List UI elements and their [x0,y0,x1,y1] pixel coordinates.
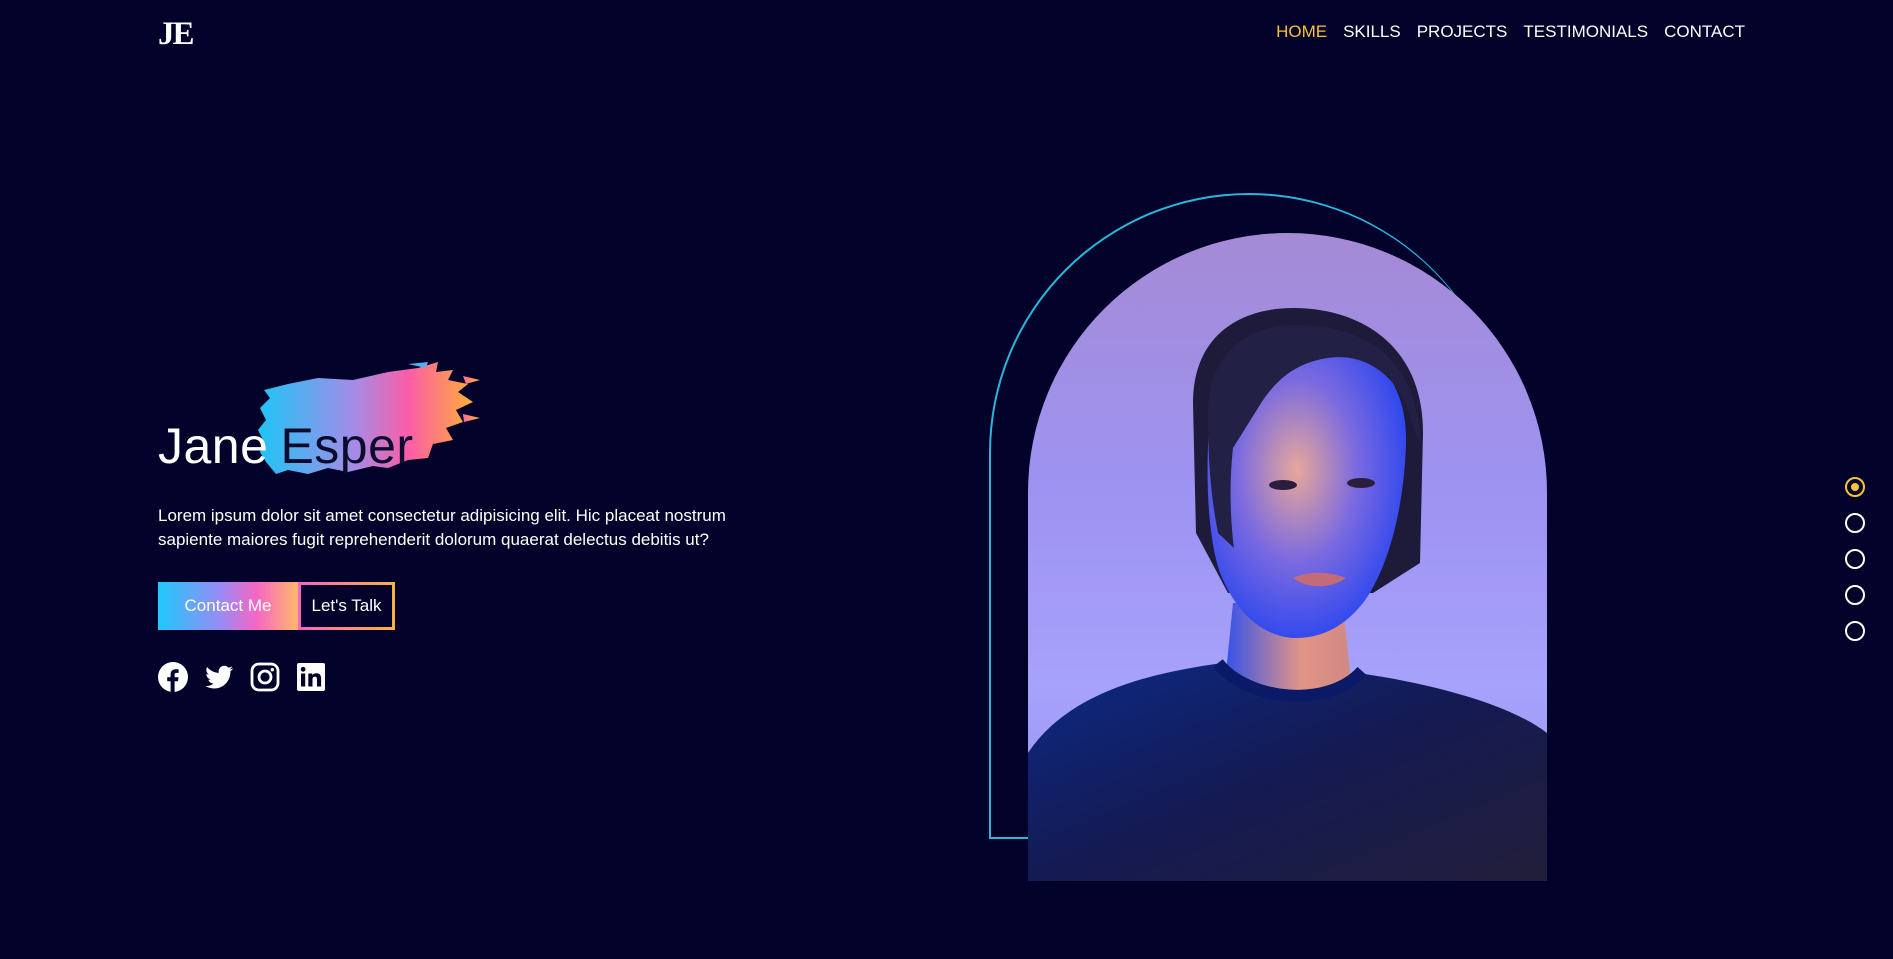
section-dot-1[interactable] [1845,477,1865,497]
social-links [158,662,758,692]
hero-intro: Jane Esper Lorem ipsum dolor sit amet con… [158,362,758,692]
contact-me-button[interactable]: Contact Me [158,582,298,630]
last-name: Esper [280,418,414,474]
section-indicator [1845,477,1865,641]
nav-testimonials[interactable]: TESTIMONIALS [1523,22,1648,42]
section-dot-2[interactable] [1845,513,1865,533]
hero-description: Lorem ipsum dolor sit amet consectetur a… [158,506,726,549]
linkedin-icon[interactable] [296,662,326,692]
instagram-icon[interactable] [250,662,280,692]
section-dot-4[interactable] [1845,585,1865,605]
name-heading-wrap: Jane Esper [158,362,758,482]
section-dot-3[interactable] [1845,549,1865,569]
nav-projects[interactable]: PROJECTS [1417,22,1508,42]
main-nav: HOME SKILLS PROJECTS TESTIMONIALS CONTAC… [1276,22,1745,42]
portrait-image [1028,233,1547,881]
section-dot-5[interactable] [1845,621,1865,641]
nav-skills[interactable]: SKILLS [1343,22,1401,42]
hero-name: Jane Esper [158,417,414,475]
lets-talk-button[interactable]: Let's Talk [298,582,395,630]
nav-home[interactable]: HOME [1276,22,1327,42]
twitter-icon[interactable] [204,662,234,692]
nav-contact[interactable]: CONTACT [1664,22,1745,42]
page: JE HOME SKILLS PROJECTS TESTIMONIALS CON… [0,0,1893,959]
arch-outline-base [989,837,1029,839]
facebook-icon[interactable] [158,662,188,692]
logo[interactable]: JE [158,16,194,53]
first-name: Jane [158,418,269,474]
hero-buttons: Contact Me Let's Talk [158,582,395,630]
